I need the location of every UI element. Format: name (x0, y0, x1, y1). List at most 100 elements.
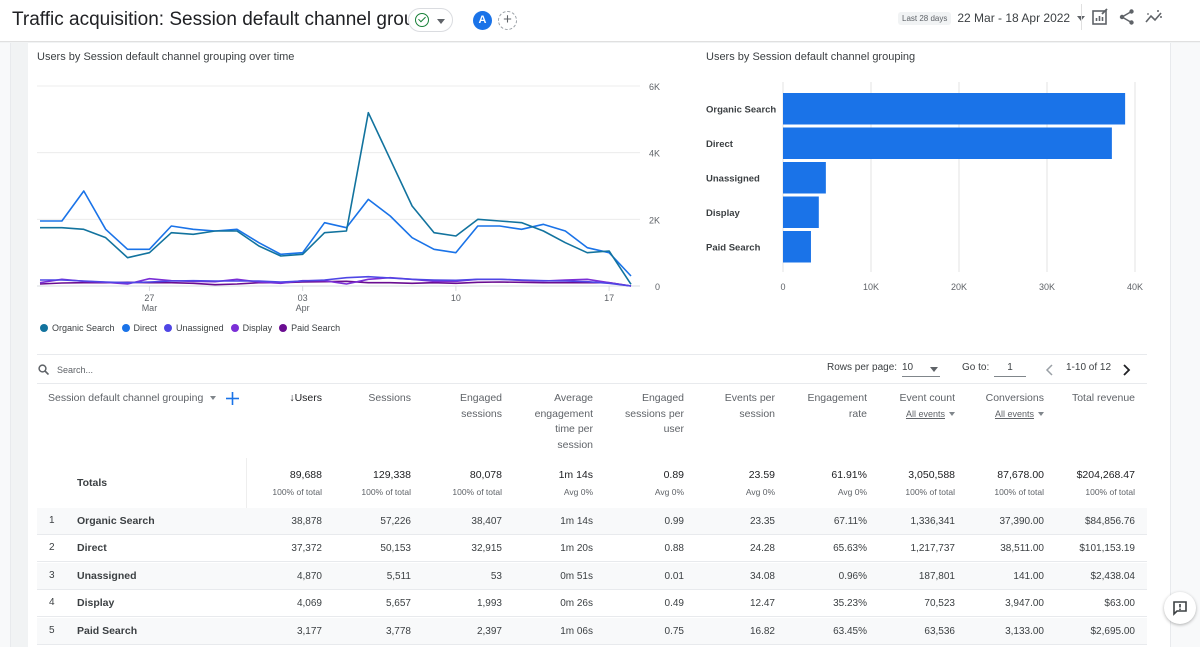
bar-unassigned (783, 162, 826, 194)
legend-dot-icon (279, 324, 288, 332)
feedback-icon (1173, 601, 1187, 616)
line-chart-legend: Organic Search Direct Unassigned Display… (40, 323, 347, 333)
column-header-total-revenue[interactable]: Total revenue (1055, 391, 1135, 407)
page-range: 1-10 of 12 (1066, 362, 1112, 373)
date-range-picker[interactable]: Last 28 days 22 Mar - 18 Apr 2022 (898, 8, 1086, 28)
goto-label: Go to: (962, 362, 990, 373)
series-line-organic-search (40, 111, 632, 285)
table-search[interactable]: Search... (38, 364, 93, 375)
total-value: 129,338 (373, 469, 411, 481)
column-header-event-count[interactable]: Event count All events (875, 391, 955, 422)
next-page-icon[interactable] (1121, 364, 1131, 376)
table-cell: 5,511 (386, 570, 411, 582)
date-range-text: 22 Mar - 18 Apr 2022 (957, 11, 1071, 25)
x-tick-label: 03 (298, 293, 308, 303)
total-value: 23.59 (748, 469, 775, 481)
column-header-engaged-sessions[interactable]: Engaged sessions (442, 391, 502, 422)
column-header-sessions[interactable]: Sessions (368, 391, 411, 407)
table-cell: $101,153.19 (1079, 543, 1135, 555)
table-cell: 32,915 (471, 543, 502, 555)
legend-item-organic-search[interactable]: Organic Search (40, 323, 115, 333)
row-number: 3 (49, 569, 55, 581)
feedback-button[interactable] (1164, 592, 1196, 624)
table-cell: 4,069 (296, 598, 322, 610)
legend-label: Unassigned (176, 323, 224, 333)
table-cell: 53 (490, 570, 502, 582)
total-subtext: Avg 0% (837, 487, 867, 497)
legend-item-direct[interactable]: Direct (121, 323, 157, 333)
table-cell: 16.82 (749, 625, 775, 637)
bar-organic-search (783, 93, 1126, 125)
dimension-header-label: Session default channel grouping (48, 392, 204, 404)
x-tick-label: 17 (604, 293, 614, 303)
column-divider (246, 458, 247, 508)
conversion-filter-link[interactable]: All events (995, 409, 1034, 419)
table-cell: 70,523 (924, 598, 955, 610)
previous-page-icon[interactable] (1045, 364, 1055, 376)
x-tick-label: 40K (1127, 282, 1143, 292)
total-value: 1m 14s (558, 469, 593, 481)
event-filter-link[interactable]: All events (906, 409, 945, 419)
goto-page-input[interactable]: 1 (994, 362, 1026, 377)
table-cell: $2,695.00 (1090, 625, 1136, 637)
row-dimension-value[interactable]: Display (77, 597, 114, 609)
bar-paid-search (783, 231, 811, 263)
table-cell: 1m 06s (560, 625, 593, 637)
right-gutter (1170, 43, 1200, 647)
insights-icon[interactable] (1145, 8, 1163, 26)
table-row[interactable]: 3 Unassigned 4,870 5,511 53 0m 51s 0.01 34.08 0.… (37, 562, 1147, 590)
table-cell: 38,878 (291, 516, 322, 527)
column-header-conversions[interactable]: Conversions All events (964, 391, 1044, 422)
total-subtext: Avg 0% (654, 487, 684, 497)
column-header-events-per-session[interactable]: Events per session (715, 391, 775, 422)
total-value: 61.91% (831, 469, 867, 481)
x-tick-label: 10 (451, 293, 461, 303)
caret-down-icon (1038, 411, 1044, 416)
table-cell: 141.00 (1013, 570, 1044, 582)
bar-chart[interactable]: 0 10K 20K 30K 40K Organic Search Direct Unassig… (690, 60, 1170, 300)
legend-dot-icon (164, 324, 173, 332)
rows-per-page-select[interactable]: 10 (902, 362, 940, 377)
row-dimension-value[interactable]: Unassigned (77, 570, 137, 582)
row-dimension-value[interactable]: Paid Search (77, 625, 137, 637)
table-cell: $2,438.04 (1090, 570, 1136, 582)
table-cell: 3,177 (296, 625, 322, 637)
column-label: Event count (899, 392, 955, 404)
column-header-engaged-sessions-per-user[interactable]: Engaged sessions per user (612, 391, 684, 438)
table-cell: 63,536 (924, 625, 955, 637)
totals-label: Totals (77, 477, 108, 489)
line-chart[interactable]: 0 2K 4K 6K 27Mar 03Apr 10 17 (0, 0, 700, 320)
x-tick-label: 0 (780, 282, 785, 292)
row-dimension-value[interactable]: Direct (77, 542, 107, 554)
legend-item-unassigned[interactable]: Unassigned (164, 323, 224, 333)
row-dimension-value[interactable]: Organic Search (77, 515, 155, 527)
table-cell: 38,511.00 (1000, 543, 1044, 555)
total-subtext: 100% of total (994, 487, 1044, 497)
add-dimension-button[interactable] (226, 392, 239, 405)
column-header-users[interactable]: ↓Users (289, 391, 322, 407)
table-cell: 0.88 (664, 543, 684, 555)
table-row[interactable]: 1 Organic Search 38,878 57,226 38,407 1m 14s 0… (37, 508, 1147, 535)
x-tick-sublabel: Apr (296, 303, 310, 313)
y-tick-label: 4K (649, 149, 660, 159)
table-cell: 63.45% (833, 625, 867, 637)
divider (37, 383, 1147, 384)
divider (37, 354, 1147, 355)
search-input[interactable]: Search... (57, 365, 93, 375)
table-row[interactable]: 5 Paid Search 3,177 3,778 2,397 1m 06s 0.75 16.… (37, 617, 1147, 645)
dimension-column-header[interactable]: Session default channel grouping (48, 391, 217, 407)
table-cell: 0.75 (664, 625, 684, 637)
legend-item-paid-search[interactable]: Paid Search (279, 323, 340, 333)
table-cell: 0.99 (664, 516, 684, 527)
legend-item-display[interactable]: Display (230, 323, 272, 333)
table-row[interactable]: 4 Display 4,069 5,657 1,993 0m 26s 0.49 12.47 35… (37, 590, 1147, 618)
column-header-engagement-rate[interactable]: Engagement rate (797, 391, 867, 422)
total-subtext: 100% of total (905, 487, 955, 497)
table-row[interactable]: 2 Direct 37,372 50,153 32,915 1m 20s 0.88 24.28… (37, 535, 1147, 563)
table-cell: 35.23% (833, 598, 867, 610)
table-cell: 3,947.00 (1005, 598, 1044, 610)
customize-report-icon[interactable] (1091, 8, 1109, 26)
column-header-avg-engagement-time[interactable]: Average engagement time per session (521, 391, 593, 453)
share-icon[interactable] (1118, 8, 1136, 26)
table-cell: 0.49 (664, 598, 684, 610)
